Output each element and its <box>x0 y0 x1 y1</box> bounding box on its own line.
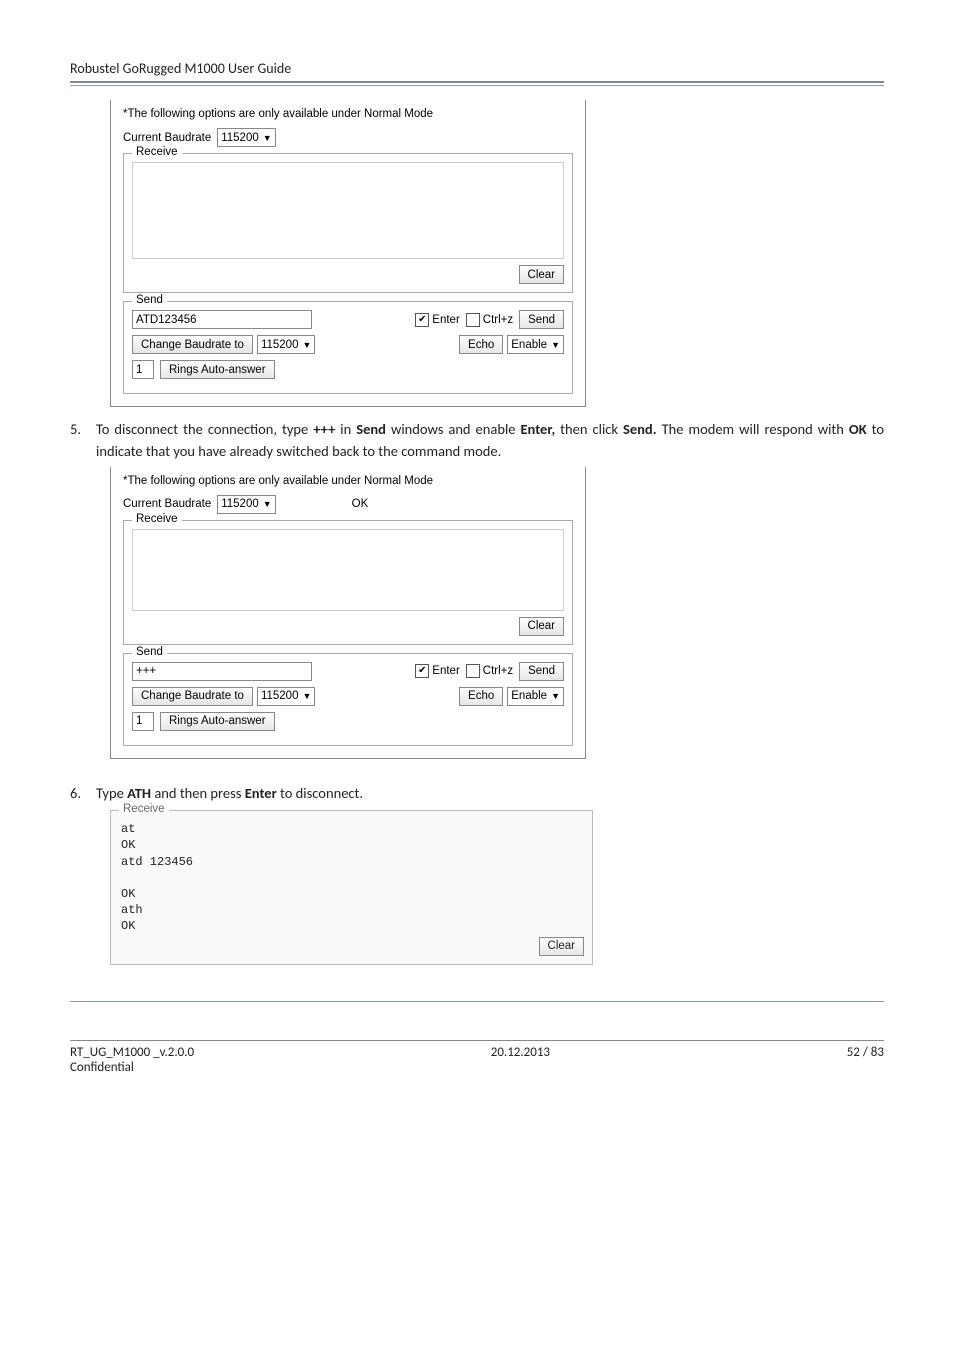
panel-note: *The following options are only availabl… <box>123 108 573 120</box>
clear-button[interactable]: Clear <box>519 265 564 284</box>
chevron-down-icon: ▼ <box>302 340 311 350</box>
baudrate-label: Current Baudrate <box>123 498 211 510</box>
footer-date: 20.12.2013 <box>491 1045 550 1075</box>
checkbox-unchecked-icon <box>466 313 480 327</box>
receive-fieldset: Receive Clear <box>123 153 573 293</box>
send-legend: Send <box>132 646 167 658</box>
ok-status-text: OK <box>352 498 369 510</box>
step-6-number: 6. <box>70 783 96 805</box>
echo-select[interactable]: Enable ▼ <box>507 335 564 354</box>
send-button[interactable]: Send <box>519 662 564 681</box>
send-input[interactable] <box>132 310 312 329</box>
baudrate-value: 115200 <box>221 132 259 144</box>
config-panel-1: *The following options are only availabl… <box>110 100 586 407</box>
panel-note: *The following options are only availabl… <box>123 475 573 487</box>
rings-auto-answer-button[interactable]: Rings Auto-answer <box>160 360 275 379</box>
receive-legend: Receive <box>119 803 169 815</box>
rings-input[interactable] <box>132 712 154 731</box>
send-button[interactable]: Send <box>519 310 564 329</box>
baudrate-select[interactable]: 115200 ▼ <box>217 128 275 147</box>
footer-confidential: Confidential <box>70 1060 194 1075</box>
enter-label: Enter <box>432 314 460 326</box>
receive-legend: Receive <box>132 146 182 158</box>
clear-button[interactable]: Clear <box>539 937 584 956</box>
change-baud-select[interactable]: 115200 ▼ <box>257 335 315 354</box>
send-fieldset: Send ✔ Enter Ctrl+z Send Chang <box>123 301 573 394</box>
change-baud-button[interactable]: Change Baudrate to <box>132 687 253 706</box>
receive-fieldset: Receive Clear <box>123 520 573 645</box>
echo-value: Enable <box>511 690 547 702</box>
ctrlz-checkbox[interactable]: Ctrl+z <box>466 664 513 678</box>
send-legend: Send <box>132 294 167 306</box>
baudrate-label: Current Baudrate <box>123 132 211 144</box>
enter-checkbox[interactable]: ✔ Enter <box>415 313 460 327</box>
page-header: Robustel GoRugged M1000 User Guide <box>70 60 884 83</box>
send-fieldset: Send ✔ Enter Ctrl+z Send Chang <box>123 653 573 746</box>
chevron-down-icon: ▼ <box>302 691 311 701</box>
echo-select[interactable]: Enable ▼ <box>507 687 564 706</box>
clear-button[interactable]: Clear <box>519 617 564 636</box>
change-baud-select[interactable]: 115200 ▼ <box>257 687 315 706</box>
chevron-down-icon: ▼ <box>263 499 272 509</box>
rings-input[interactable] <box>132 360 154 379</box>
send-input[interactable] <box>132 662 312 681</box>
header-accent <box>70 85 884 86</box>
step-5-text: To disconnect the connection, type +++ i… <box>96 419 884 463</box>
page-footer: RT_UG_M1000 _v.2.0.0 Confidential 20.12.… <box>70 1040 884 1075</box>
change-baud-value: 115200 <box>261 690 299 702</box>
step-6: 6. Type ATH and then press Enter to disc… <box>70 783 884 805</box>
ctrlz-checkbox[interactable]: Ctrl+z <box>466 313 513 327</box>
receive-output-panel: Receive at OK atd 123456 OK ath OK Clear <box>110 810 593 964</box>
chevron-down-icon: ▼ <box>551 340 560 350</box>
step-5: 5. To disconnect the connection, type ++… <box>70 419 884 463</box>
ctrlz-label: Ctrl+z <box>483 314 513 326</box>
chevron-down-icon: ▼ <box>263 133 272 143</box>
footer-doc-id: RT_UG_M1000 _v.2.0.0 <box>70 1045 194 1060</box>
baudrate-select[interactable]: 115200 ▼ <box>217 495 275 514</box>
enter-checkbox[interactable]: ✔ Enter <box>415 664 460 678</box>
echo-button[interactable]: Echo <box>459 335 503 354</box>
enter-label: Enter <box>432 665 460 677</box>
rings-auto-answer-button[interactable]: Rings Auto-answer <box>160 712 275 731</box>
footer-accent <box>70 1001 884 1002</box>
echo-value: Enable <box>511 339 547 351</box>
step-6-text: Type ATH and then press Enter to disconn… <box>96 783 884 805</box>
checkbox-checked-icon: ✔ <box>415 313 429 327</box>
checkbox-unchecked-icon <box>466 664 480 678</box>
chevron-down-icon: ▼ <box>551 691 560 701</box>
receive-output-text: at OK atd 123456 OK ath OK <box>119 817 584 936</box>
receive-textarea[interactable] <box>132 529 564 611</box>
step-5-number: 5. <box>70 419 96 463</box>
change-baud-button[interactable]: Change Baudrate to <box>132 335 253 354</box>
change-baud-value: 115200 <box>261 339 299 351</box>
echo-button[interactable]: Echo <box>459 687 503 706</box>
receive-textarea[interactable] <box>132 162 564 259</box>
checkbox-checked-icon: ✔ <box>415 664 429 678</box>
ctrlz-label: Ctrl+z <box>483 665 513 677</box>
footer-page-number: 52 / 83 <box>847 1045 884 1075</box>
receive-legend: Receive <box>132 513 182 525</box>
baudrate-value: 115200 <box>221 498 259 510</box>
config-panel-2: *The following options are only availabl… <box>110 467 586 759</box>
